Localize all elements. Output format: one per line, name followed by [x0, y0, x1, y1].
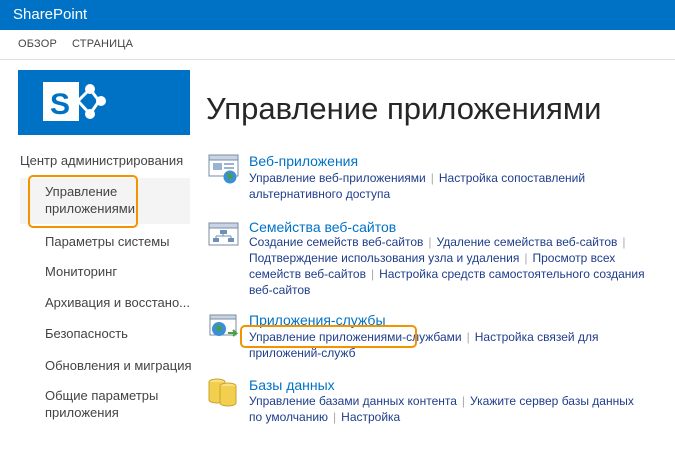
suite-bar: SharePoint [0, 0, 675, 30]
link-manage-web-applications[interactable]: Управление веб-приложениями [249, 171, 426, 185]
section-title-site-collections[interactable]: Семейства веб-сайтов [249, 219, 396, 235]
nav-item-label: приложения [45, 405, 119, 420]
highlight-box [28, 175, 138, 228]
link-self-service-site-creation-cont[interactable]: веб-сайтов [249, 283, 310, 297]
link-default-database-server-cont[interactable]: по умолчанию [249, 410, 328, 424]
section-links-web-applications: Управление веб-приложениями | Настройка со… [249, 170, 585, 202]
ribbon: ОБЗОР СТРАНИЦА [0, 30, 675, 60]
links-line: Создание семейств веб-сайтов | Удаление се… [249, 234, 645, 250]
site-collections-icon [208, 220, 240, 257]
nav-item-upgrade-migration[interactable]: Обновления и миграция [45, 357, 192, 374]
section-links-databases: Управление базами данных контента | Укажит… [249, 393, 634, 425]
link-configure-service-associations-cont[interactable]: приложений-служб [249, 346, 355, 360]
databases-icon [206, 376, 240, 413]
web-applications-icon [208, 153, 240, 190]
link-create-site-collections[interactable]: Создание семейств веб-сайтов [249, 235, 423, 249]
links-line: альтернативного доступа [249, 186, 585, 202]
link-view-all-site-collections[interactable]: Просмотр всех [532, 251, 615, 265]
links-line: по умолчанию | Настройка [249, 409, 634, 425]
links-line: Подтверждение использования узла и удале… [249, 250, 645, 266]
links-line: веб-сайтов [249, 282, 645, 298]
link-delete-site-collection[interactable]: Удаление семейства веб-сайтов [437, 235, 618, 249]
link-view-all-site-collections-cont[interactable]: семейств веб-сайтов [249, 267, 366, 281]
separator: | [428, 235, 432, 249]
link-manage-content-databases[interactable]: Управление базами данных контента [249, 394, 457, 408]
section-title-web-applications[interactable]: Веб-приложения [249, 153, 358, 169]
link-default-database-server[interactable]: Укажите сервер базы данных [470, 394, 634, 408]
highlight-box [240, 325, 417, 348]
link-self-service-site-creation[interactable]: Настройка средств самостоятельного созда… [379, 267, 645, 281]
link-db-settings[interactable]: Настройка [341, 410, 400, 424]
nav-item-general-settings[interactable]: Общие параметры приложения [45, 387, 158, 421]
service-applications-icon [208, 313, 240, 348]
separator: | [466, 330, 470, 344]
svg-text:S: S [50, 88, 70, 121]
nav-item-monitoring[interactable]: Мониторинг [45, 263, 117, 280]
section-links-site-collections: Создание семейств веб-сайтов | Удаление се… [249, 234, 645, 298]
links-line: Управление базами данных контента | Укажит… [249, 393, 634, 409]
separator: | [461, 394, 466, 408]
tab-browse[interactable]: ОБЗОР [18, 38, 57, 50]
separator: | [622, 235, 626, 249]
nav-item-security[interactable]: Безопасность [45, 325, 128, 342]
link-configure-service-associations[interactable]: Настройка связей для [475, 330, 599, 344]
nav-header-central-admin[interactable]: Центр администрирования [20, 153, 183, 168]
separator: | [524, 251, 528, 265]
link-alternate-access-mappings[interactable]: Настройка сопоставлений [439, 171, 585, 185]
nav-item-label: Общие параметры [45, 388, 159, 403]
sharepoint-logo[interactable]: S [18, 70, 190, 135]
page-title: Управление приложениями [206, 91, 602, 126]
link-alternate-access-mappings-cont[interactable]: альтернативного доступа [249, 187, 390, 201]
app-title[interactable]: SharePoint [13, 6, 87, 23]
separator: | [430, 171, 434, 185]
link-confirm-site-use[interactable]: Подтверждение использования узла и удале… [249, 251, 519, 265]
sharepoint-logo-icon: S [43, 82, 106, 121]
nav-item-backup-restore[interactable]: Архивация и восстано... [45, 294, 190, 311]
links-line: Управление веб-приложениями | Настройка со… [249, 170, 585, 186]
nav-item-system-settings[interactable]: Параметры системы [45, 233, 170, 250]
separator: | [333, 410, 337, 424]
links-line: семейств веб-сайтов | Настройка средств са… [249, 266, 645, 282]
tab-page[interactable]: СТРАНИЦА [72, 38, 133, 50]
section-title-databases[interactable]: Базы данных [249, 377, 335, 393]
separator: | [370, 267, 375, 281]
